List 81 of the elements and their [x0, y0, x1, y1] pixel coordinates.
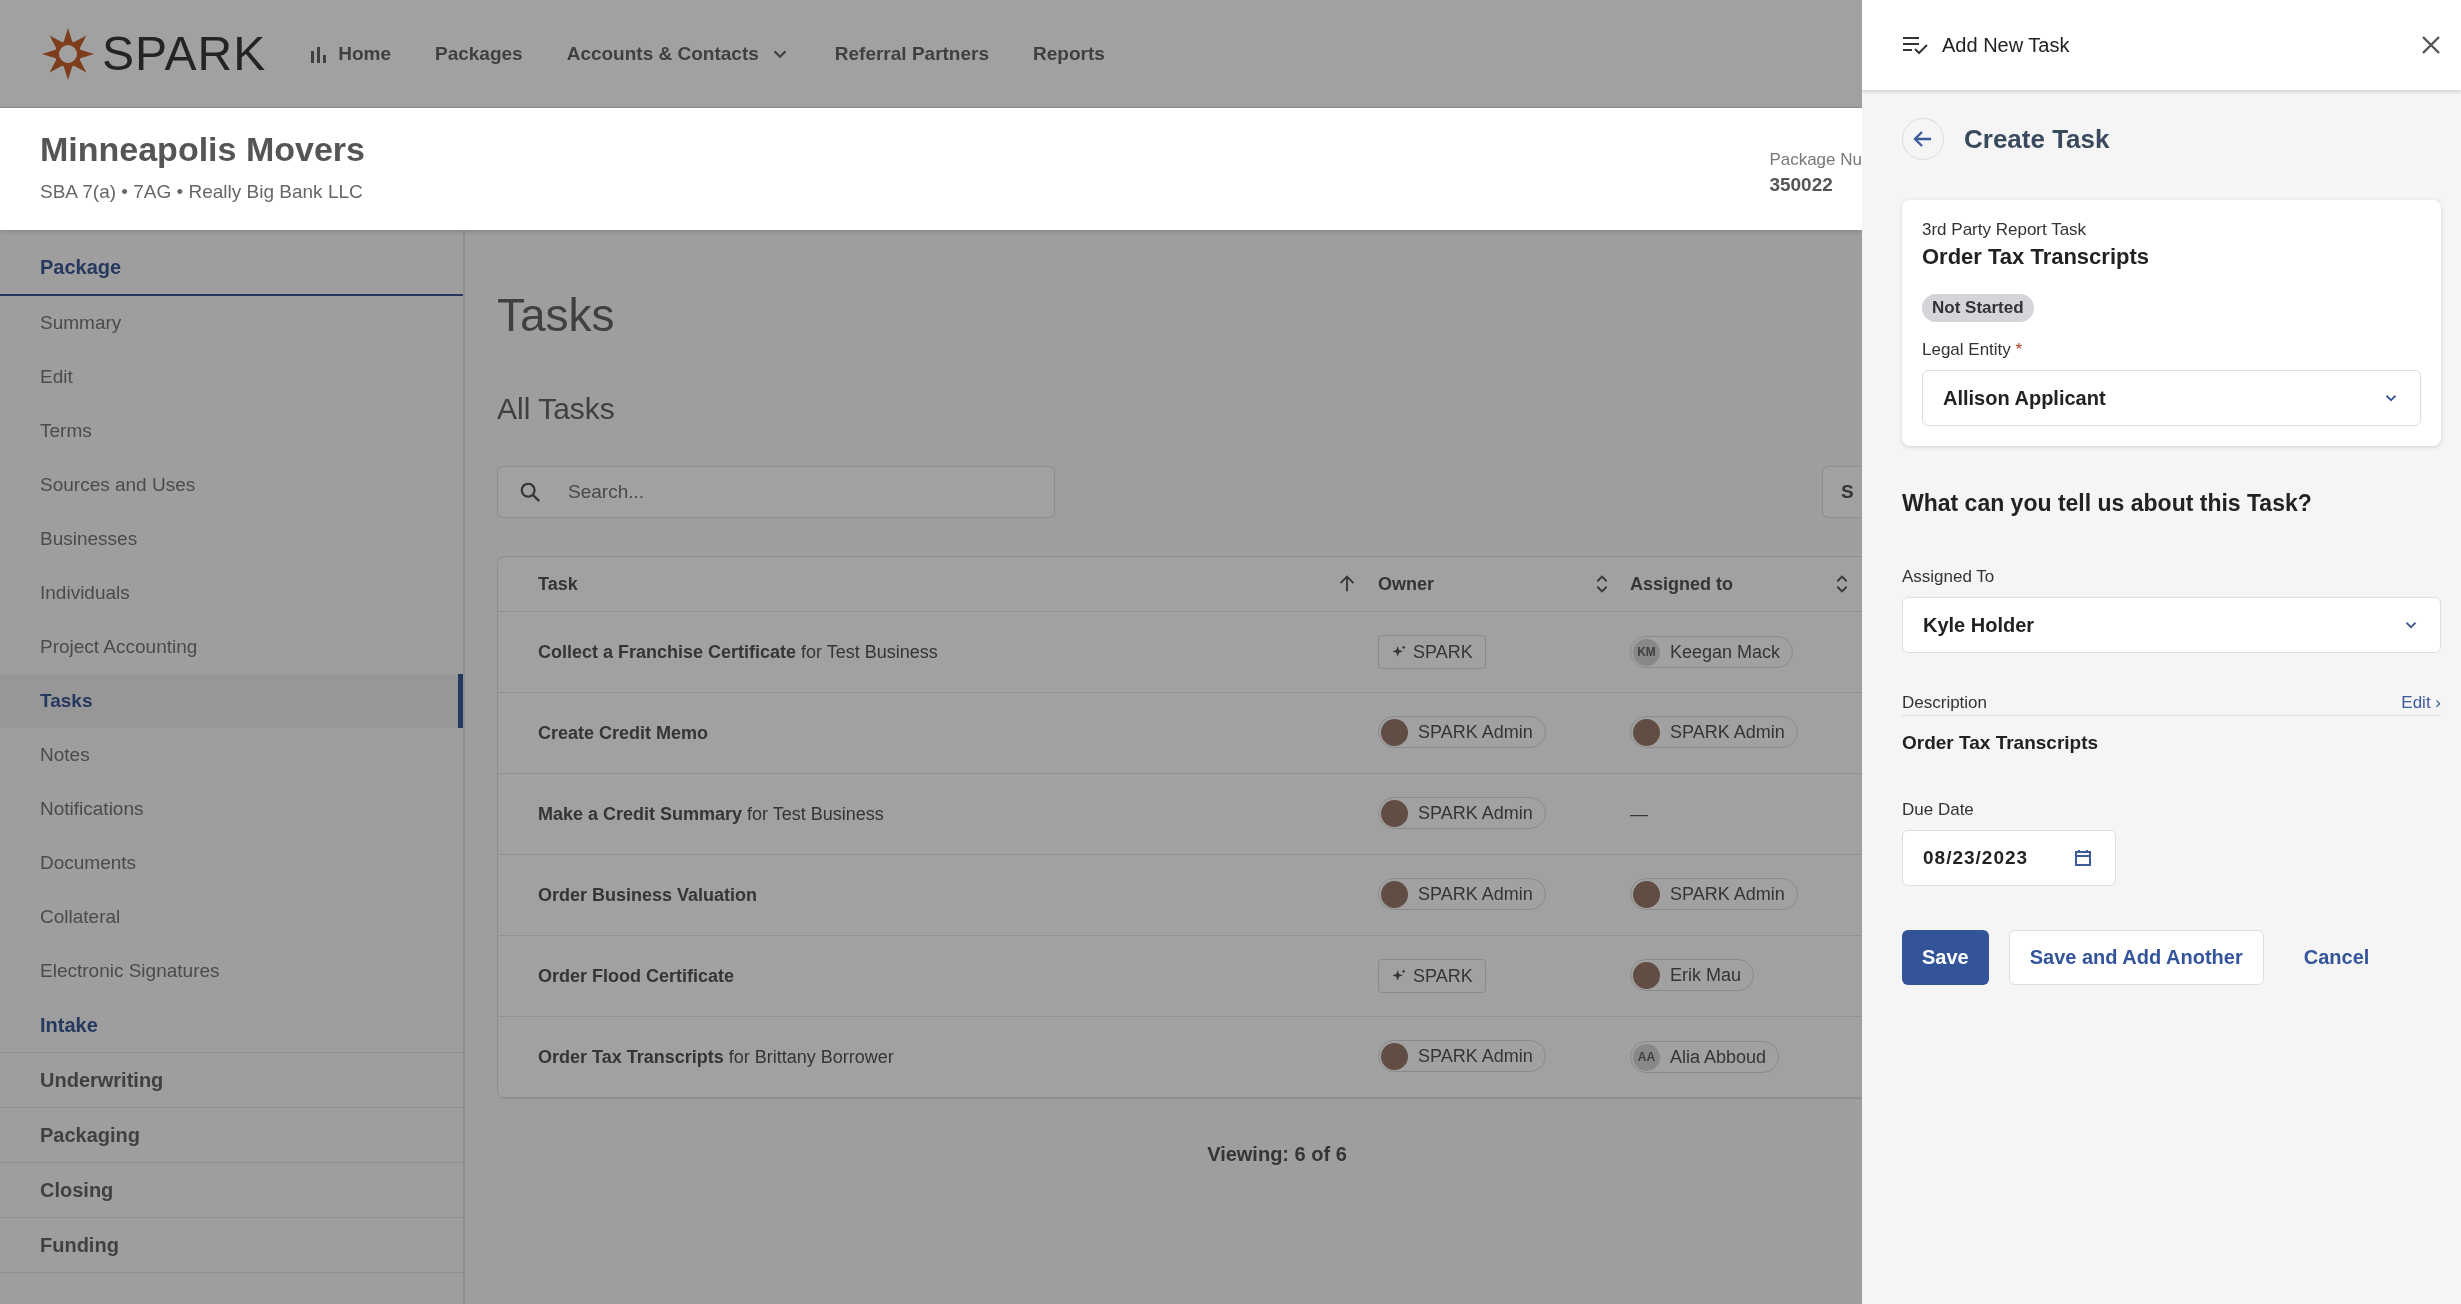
empty-value: —: [1630, 803, 1649, 825]
checklist-icon: [1902, 35, 1928, 55]
task-cell[interactable]: Make a Credit Summary for Test Business: [538, 803, 1378, 825]
avatar-icon: [1381, 718, 1408, 746]
avatar-initials: KM: [1633, 638, 1660, 666]
task-cell[interactable]: Order Tax Transcripts for Brittany Borrower: [538, 1046, 1378, 1068]
sidebar-section[interactable]: Funding: [0, 1218, 463, 1273]
sidebar-section[interactable]: Underwriting: [0, 1053, 463, 1108]
owner-tag: SPARK: [1378, 959, 1486, 993]
viewing-count: Viewing: 6 of 6: [1206, 1143, 1348, 1166]
sidebar-item[interactable]: Notes: [0, 728, 463, 782]
sidebar-section[interactable]: Packaging: [0, 1108, 463, 1163]
sort-icon[interactable]: [1594, 573, 1610, 595]
sidebar-item[interactable]: Tasks: [0, 674, 463, 728]
nav-link[interactable]: Packages: [434, 42, 523, 65]
avatar-initials: AA: [1633, 1043, 1660, 1071]
nav-link[interactable]: Accounts & Contacts: [566, 42, 791, 65]
status-badge: Not Started: [1922, 294, 2034, 322]
assignee-select[interactable]: Kyle Holder: [1902, 597, 2441, 653]
sidebar-item[interactable]: Businesses: [0, 512, 463, 566]
back-button[interactable]: [1902, 118, 1944, 160]
column-header: Task: [538, 573, 578, 595]
sidebar-item[interactable]: Collateral: [0, 890, 463, 944]
package-number: 350022: [1769, 174, 1834, 196]
sidebar-item[interactable]: Sources and Uses: [0, 458, 463, 512]
column-header: Owner: [1378, 573, 1434, 595]
task-category: 3rd Party Report Task: [1922, 220, 2088, 240]
task-name: Order Tax Transcripts: [1922, 244, 2150, 270]
cancel-button[interactable]: Cancel: [2283, 930, 2390, 985]
field-label: Legal Entity *: [1922, 340, 2024, 360]
description-text: Order Tax Transcripts: [1902, 732, 2100, 754]
calendar-icon[interactable]: [2074, 849, 2092, 867]
save-button[interactable]: Save: [1902, 930, 1989, 985]
package-subtitle: SBA 7(a) • 7AG • Really Big Bank LLC: [40, 181, 364, 203]
date-field[interactable]: 08/23/2023: [1902, 830, 2116, 886]
task-cell[interactable]: Order Business Valuation: [538, 884, 1378, 906]
avatar-icon: [1633, 718, 1660, 746]
search-icon: [519, 481, 541, 503]
sidebar-section[interactable]: Package: [0, 240, 463, 296]
task-cell[interactable]: Order Flood Certificate: [538, 965, 1378, 987]
sidebar-item[interactable]: Edit: [0, 350, 463, 404]
avatar-icon: [1381, 880, 1408, 908]
field-label: Description: [1902, 693, 1988, 713]
avatar-icon: [1633, 880, 1660, 908]
sidebar-item[interactable]: Terms: [0, 404, 463, 458]
sidebar-item[interactable]: Project Accounting: [0, 620, 463, 674]
task-cell[interactable]: Create Credit Memo: [538, 722, 1378, 744]
avatar-icon: [1633, 961, 1660, 989]
field-label: Assigned To: [1902, 567, 1996, 587]
nav-link[interactable]: Reports: [1033, 42, 1105, 65]
sidebar-item[interactable]: Summary: [0, 296, 463, 350]
sidebar-section[interactable]: Intake: [0, 998, 463, 1053]
search-field[interactable]: Search...: [497, 466, 1055, 518]
save-and-add-button[interactable]: Save and Add Another: [2008, 930, 2264, 985]
sidebar-item[interactable]: Individuals: [0, 566, 463, 620]
package-title: Minneapolis Movers: [40, 130, 365, 169]
column-header: Assigned to: [1630, 573, 1733, 595]
brand-name: SPARK: [102, 26, 267, 81]
section-title: All Tasks: [497, 392, 616, 426]
edit-link[interactable]: Edit ›: [2401, 693, 2441, 713]
sidebar-item[interactable]: Notifications: [0, 782, 463, 836]
sidebar-item[interactable]: Documents: [0, 836, 463, 890]
nav-link[interactable]: Referral Partners: [834, 42, 989, 65]
sort-icon[interactable]: [1834, 573, 1850, 595]
task-cell[interactable]: Collect a Franchise Certificate for Test Business: [538, 641, 1378, 663]
legal-entity-select[interactable]: Allison Applicant: [1922, 370, 2421, 426]
sidebar-item[interactable]: Electronic Signatures: [0, 944, 463, 998]
owner-tag: SPARK: [1378, 635, 1486, 669]
bar-chart-icon: [310, 44, 329, 63]
sidebar-section[interactable]: Closing: [0, 1163, 463, 1218]
toolbar-button[interactable]: S: [1822, 466, 1862, 518]
avatar-icon: [1381, 799, 1408, 827]
field-label: Due Date: [1902, 800, 1975, 820]
avatar-icon: [1381, 1042, 1408, 1070]
panel-title: Add New Task: [1942, 33, 2071, 57]
page-title: Tasks: [497, 288, 616, 342]
section-heading: What can you tell us about this Task?: [1902, 490, 2313, 517]
nav-link[interactable]: Home: [310, 42, 391, 65]
package-number-label: Package Nu: [1769, 150, 1862, 170]
panel-subtitle: Create Task: [1964, 123, 2110, 155]
close-icon[interactable]: [2421, 35, 2441, 55]
